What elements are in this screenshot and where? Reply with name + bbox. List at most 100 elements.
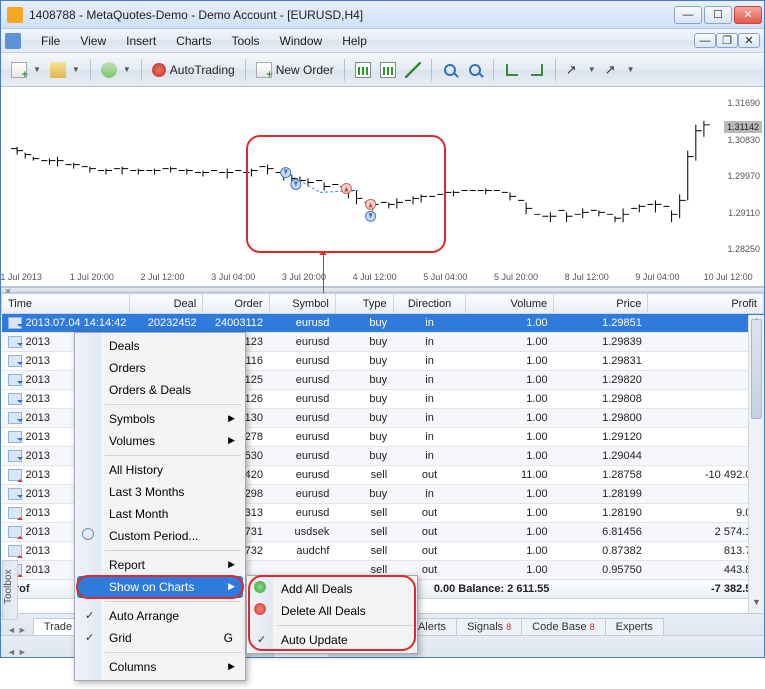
tab-codebase[interactable]: Code Base8 <box>521 618 605 635</box>
menu-item-last-month[interactable]: Last Month <box>77 503 243 525</box>
menu-item-last-3-months[interactable]: Last 3 Months <box>77 481 243 503</box>
zoom-in-button[interactable] <box>438 58 462 82</box>
menu-tools[interactable]: Tools <box>222 31 270 51</box>
back-button[interactable]: ▼ <box>97 58 135 82</box>
maximize-button[interactable]: ☐ <box>704 6 732 24</box>
menu-insert[interactable]: Insert <box>116 31 166 51</box>
cursor-button[interactable]: ▼ <box>562 58 600 82</box>
toolbox-vertical-tab[interactable]: Toolbox <box>2 560 18 620</box>
menu-help[interactable]: Help <box>332 31 377 51</box>
menu-window[interactable]: Window <box>270 31 333 51</box>
zoom-in-icon <box>444 64 456 76</box>
app-small-icon <box>5 33 21 49</box>
y-axis: 1.316901.308301.299701.291101.28250 <box>714 87 764 270</box>
chart-tab-left-icon[interactable]: ◄ <box>7 647 16 657</box>
candles-button[interactable] <box>376 58 400 82</box>
zoom-out-button[interactable] <box>463 58 487 82</box>
tab-experts[interactable]: Experts <box>605 618 664 635</box>
autotrading-button[interactable]: AutoTrading <box>148 58 239 82</box>
tab-scroll-left-icon[interactable]: ◄ <box>7 625 16 635</box>
col-volume[interactable]: Volume <box>466 294 554 314</box>
menu-item-delete-all-deals[interactable]: Delete All Deals <box>249 600 415 622</box>
menu-item-deals[interactable]: Deals <box>77 335 243 357</box>
close-button[interactable]: ✕ <box>734 6 762 24</box>
folder-icon <box>50 62 66 78</box>
new-order-button[interactable]: New Order <box>252 58 338 82</box>
x-tick: 5 Jul 04:00 <box>423 272 467 282</box>
x-tick: 3 Jul 20:00 <box>282 272 326 282</box>
price-chart <box>7 91 714 270</box>
profiles-button[interactable]: ▼ <box>46 58 84 82</box>
menu-item-custom-period-[interactable]: Custom Period... <box>77 525 243 547</box>
x-tick: 5 Jul 20:00 <box>494 272 538 282</box>
menu-item-auto-arrange[interactable]: Auto Arrange✓ <box>77 605 243 627</box>
menu-item-show-on-charts[interactable]: Show on Charts▶ <box>77 576 243 598</box>
row-icon <box>8 374 22 386</box>
col-order[interactable]: Order <box>203 294 269 314</box>
col-deal[interactable]: Deal <box>130 294 203 314</box>
menu-item-orders-deals[interactable]: Orders & Deals <box>77 379 243 401</box>
menu-item-add-all-deals[interactable]: Add All Deals <box>249 578 415 600</box>
x-tick: 8 Jul 12:00 <box>565 272 609 282</box>
new-chart-button[interactable]: ▼ <box>7 58 45 82</box>
tab-signals[interactable]: Signals8 <box>456 618 522 635</box>
mdi-minimize-button[interactable]: — <box>694 33 716 48</box>
row-icon <box>8 431 22 443</box>
new-chart-icon <box>11 62 27 78</box>
shift-button[interactable] <box>525 58 549 82</box>
menu-item-columns[interactable]: Columns▶ <box>77 656 243 678</box>
table-header-row: Time Deal Order Symbol Type Direction Vo… <box>2 294 764 314</box>
mdi-restore-button[interactable]: ❐ <box>716 33 738 48</box>
bars-icon <box>355 62 371 78</box>
menu-item-orders[interactable]: Orders <box>77 357 243 379</box>
row-icon <box>8 412 22 424</box>
menu-item-report[interactable]: Report▶ <box>77 554 243 576</box>
menu-file[interactable]: File <box>31 31 70 51</box>
scroll-icon <box>506 64 518 76</box>
col-time[interactable]: Time <box>2 294 130 314</box>
col-direction[interactable]: Direction <box>393 294 466 314</box>
shift-icon <box>531 64 543 76</box>
scroll-button[interactable] <box>500 58 524 82</box>
table-row[interactable]: 2013.07.04 14:14:422023245224003112eurus… <box>2 314 764 333</box>
back-icon <box>101 62 117 78</box>
chart-area[interactable]: 1.316901.308301.299701.291101.28250 1.31… <box>1 87 764 287</box>
app-icon <box>7 7 23 23</box>
col-symbol[interactable]: Symbol <box>269 294 335 314</box>
menu-item-all-history[interactable]: All History <box>77 459 243 481</box>
menu-item-auto-update[interactable]: Auto Update✓ <box>249 629 415 651</box>
menu-item-symbols[interactable]: Symbols▶ <box>77 408 243 430</box>
line-button[interactable] <box>401 58 425 82</box>
menu-view[interactable]: View <box>70 31 116 51</box>
mdi-close-button[interactable]: ✕ <box>738 33 760 48</box>
x-tick: 3 Jul 04:00 <box>211 272 255 282</box>
table-scrollbar[interactable]: ▲ ▼ <box>748 315 764 613</box>
del-icon <box>254 603 266 615</box>
x-tick: 1 Jul 2013 <box>0 272 42 282</box>
menu-item-grid[interactable]: Grid✓G <box>77 627 243 649</box>
context-submenu: Add All DealsDelete All Deals Auto Update… <box>246 575 418 654</box>
col-price[interactable]: Price <box>554 294 648 314</box>
main-toolbar: ▼ ▼ ▼ AutoTrading New Order ▼ ▼ <box>1 53 764 87</box>
minimize-button[interactable]: — <box>674 6 702 24</box>
x-tick: 4 Jul 12:00 <box>353 272 397 282</box>
candles-icon <box>380 62 396 78</box>
menu-item-volumes[interactable]: Volumes▶ <box>77 430 243 452</box>
col-profit[interactable]: Profit <box>648 294 764 314</box>
window-title: 1408788 - MetaQuotes-Demo - Demo Account… <box>29 8 674 22</box>
y-tick: 1.29110 <box>728 208 760 218</box>
bars-button[interactable] <box>351 58 375 82</box>
scroll-thumb[interactable] <box>751 319 762 419</box>
row-icon <box>8 469 22 481</box>
tab-scroll-right-icon[interactable]: ► <box>18 625 27 635</box>
add-icon <box>254 581 266 593</box>
col-type[interactable]: Type <box>335 294 393 314</box>
context-menu: DealsOrdersOrders & Deals Symbols▶Volumes… <box>74 332 246 681</box>
menu-charts[interactable]: Charts <box>166 31 221 51</box>
zoom-out-icon <box>469 64 481 76</box>
chart-tab-right-icon[interactable]: ► <box>18 647 27 657</box>
crosshair-button[interactable]: ▼ <box>601 58 639 82</box>
row-icon <box>8 317 22 329</box>
row-icon <box>8 393 22 405</box>
scroll-down-icon[interactable]: ▼ <box>749 597 764 613</box>
